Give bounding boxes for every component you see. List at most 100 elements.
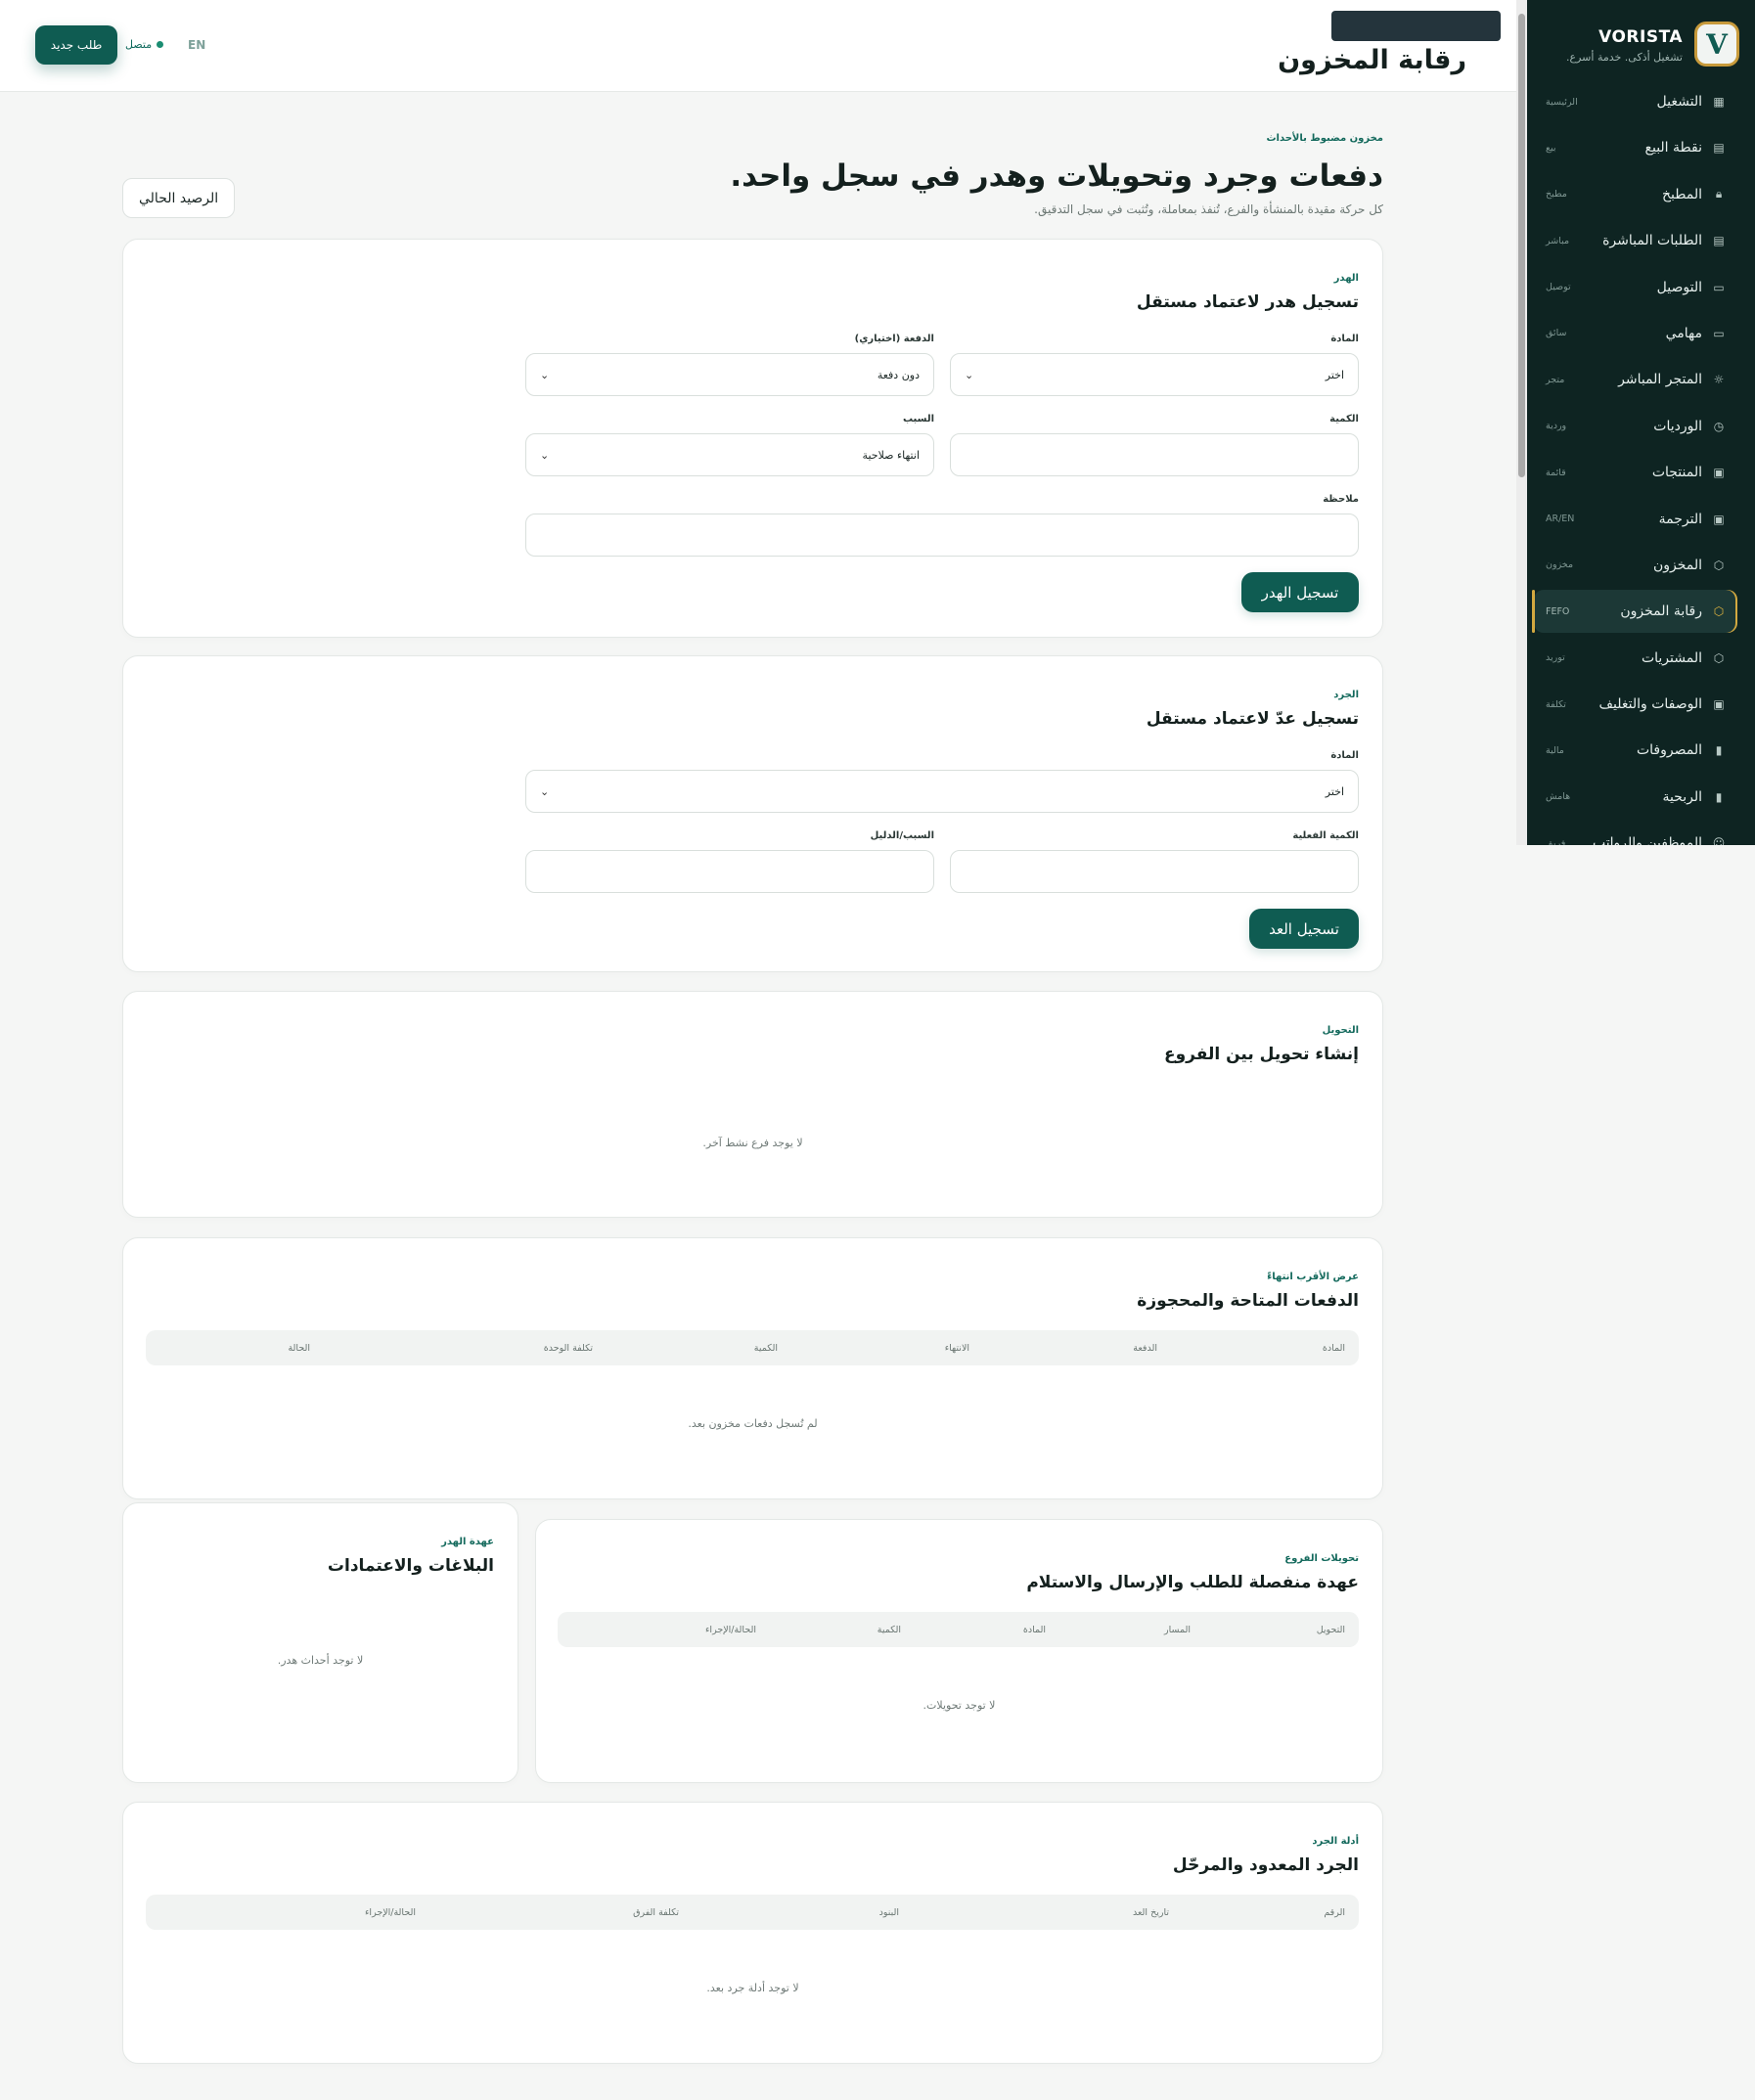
sidebar-item-7[interactable]: ◷ الورديات وردية [1534, 405, 1737, 448]
sidebar-item-tag: الرئيسية [1546, 96, 1578, 108]
branch-transfers-eyebrow: تحويلات الفروع [1284, 1553, 1359, 1564]
batches-card: عرض الأقرب انتهاءً الدفعات المتاحة والمح… [122, 1237, 1383, 1499]
sidebar-item-15[interactable]: ▮ الربحية هامش [1534, 776, 1737, 819]
sidebar-item-tag: AR/EN [1546, 514, 1575, 525]
col-batch: الدفعة [1133, 1342, 1157, 1354]
sidebar-item-label: الورديات [1653, 418, 1702, 434]
col-route: المسار [1164, 1624, 1191, 1635]
sidebar-item-tag: وردية [1546, 421, 1567, 432]
sidebar-item-2[interactable]: 🔒︎ المطبخ مطبخ [1534, 173, 1737, 216]
col-status-action: الحالة/الإجراء [364, 1906, 416, 1918]
count-actual-input[interactable] [950, 850, 1359, 893]
sidebar-item-label: رقابة المخزون [1620, 603, 1702, 620]
transfer-card: التحويل إنشاء تحويل بين الفروع لا يوجد ف… [122, 991, 1383, 1218]
chevron-down-icon: ⌄ [540, 448, 550, 462]
sidebar-item-11[interactable]: ⬡ رقابة المخزون FEFO [1532, 590, 1737, 634]
branch-transfers-table-header: التحويل المسار المادة الكمية الحالة/الإج… [558, 1612, 1359, 1647]
record-waste-button[interactable]: تسجيل الهدر [1241, 572, 1359, 612]
col-unit-cost: تكلفة الوحدة [543, 1342, 593, 1354]
sidebar-item-label: الوصفات والتغليف [1598, 696, 1703, 713]
sidebar-item-tag: متجر [1546, 374, 1565, 385]
status-dot-icon [157, 41, 164, 48]
waste-custody-title: البلاغات والاعتمادات [327, 1556, 494, 1576]
count-evidence-eyebrow: أدلة الجرد [1312, 1836, 1359, 1847]
sidebar-scrollbar[interactable] [1516, 0, 1527, 845]
sidebar-item-label: المصروفات [1636, 742, 1702, 759]
sidebar-item-main: ▤ نقطة البيع [1645, 140, 1726, 156]
waste-reason-select[interactable]: انتهاء صلاحية ⌄ [525, 433, 934, 476]
sidebar-item-9[interactable]: ▣ الترجمة AR/EN [1534, 498, 1737, 541]
sidebar-item-main: ⬡ المشتريات [1642, 650, 1726, 666]
waste-batch-select[interactable]: دون دفعة ⌄ [525, 353, 934, 396]
count-reason-input[interactable] [525, 850, 934, 893]
sidebar-item-label: المخزون [1652, 557, 1702, 573]
current-balance-button[interactable]: الرصيد الحالي [122, 178, 236, 218]
sidebar-item-tag: مباشر [1546, 235, 1570, 246]
sidebar-item-tag: توريد [1546, 652, 1565, 664]
sidebar-item-6[interactable]: ☼ المتجر المباشر متجر [1534, 358, 1737, 401]
branch-transfers-title: عهدة منفصلة للطلب والإرسال والاستلام [1026, 1573, 1359, 1592]
record-count-button[interactable]: تسجيل العد [1249, 909, 1359, 949]
sidebar-item-label: الطلبات المباشرة [1602, 233, 1702, 249]
count-title: تسجيل عدّ لاعتماد مستقل [1146, 709, 1359, 729]
sidebar-item-main: ▭ التوصيل [1657, 280, 1726, 295]
col-variance-cost: تكلفة الفرق [633, 1906, 679, 1918]
sidebar-item-12[interactable]: ⬡ المشتريات توريد [1534, 637, 1737, 680]
sidebar-item-0[interactable]: ▦ التشغيل الرئيسية [1534, 80, 1737, 123]
count-evidence-empty-state: لا توجد أدلة جرد بعد. [706, 1982, 799, 1994]
sidebar-item-10[interactable]: ⬡ المخزون مخزون [1534, 544, 1737, 587]
waste-material-select[interactable]: اختر ⌄ [950, 353, 1359, 396]
sidebar-item-tag: هامش [1546, 791, 1571, 803]
waste-note-input[interactable] [525, 514, 1359, 557]
sidebar-item-main: ▭ مهامي [1666, 326, 1726, 341]
batches-eyebrow: عرض الأقرب انتهاءً [1267, 1272, 1359, 1282]
brand[interactable]: V VORISTA تشغيل أذكى. خدمة أسرع. [1532, 22, 1739, 70]
waste-qty-input[interactable] [950, 433, 1359, 476]
col-quantity: الكمية [877, 1624, 901, 1635]
sidebar-item-tag: FEFO [1546, 605, 1570, 617]
sidebar-item-16[interactable]: ☺ الموظفين والرواتب فريق [1534, 822, 1737, 845]
sidebar-nav: ▦ التشغيل الرئيسية ▤ نقطة البيع بيع 🔒︎ المطبخ مط… [1532, 80, 1737, 845]
sidebar-item-main: ▣ الترجمة [1659, 512, 1726, 527]
sidebar-item-14[interactable]: ▮ المصروفات مالية [1534, 729, 1737, 772]
col-material: المادة [1322, 1342, 1345, 1354]
count-material-select[interactable]: اختر ⌄ [525, 770, 1359, 813]
sidebar-item-label: التوصيل [1656, 279, 1702, 295]
col-transfer: التحويل [1316, 1624, 1345, 1635]
waste-title: تسجيل هدر لاعتماد مستقل [1136, 292, 1359, 312]
sidebar-item-3[interactable]: ▤ الطلبات المباشرة مباشر [1534, 219, 1737, 262]
brand-tagline: تشغيل أذكى. خدمة أسرع. [1566, 51, 1683, 64]
col-items: البنود [878, 1906, 899, 1918]
hero-eyebrow: مخزون مضبوط بالأحداث [1266, 133, 1383, 144]
sidebar-item-8[interactable]: ▣ المنتجات قائمة [1534, 451, 1737, 494]
box-icon: ▣ [1713, 697, 1725, 712]
sidebar-item-tag: بيع [1546, 142, 1556, 154]
sidebar-item-tag: قائمة [1546, 467, 1566, 478]
sidebar-item-4[interactable]: ▭ التوصيل توصيل [1534, 266, 1737, 309]
hero-subtitle: كل حركة مقيدة بالمنشأة والفرع، تُنفذ بمع… [1034, 202, 1383, 216]
waste-eyebrow: الهدر [1333, 273, 1359, 284]
count-evidence-title: الجرد المعدود والمرحّل [1172, 1855, 1359, 1875]
chevron-down-icon: ⌄ [540, 368, 550, 381]
waste-card: الهدر تسجيل هدر لاعتماد مستقل المادة اخت… [122, 239, 1383, 638]
col-count-date: تاريخ العد [1132, 1906, 1169, 1918]
batches-empty-state: لم تُسجل دفعات مخزون بعد. [688, 1417, 818, 1430]
sidebar-item-13[interactable]: ▣ الوصفات والتغليف تكلفة [1534, 683, 1737, 726]
register-icon: ▤ [1713, 141, 1725, 156]
sidebar-item-5[interactable]: ▭ مهامي سائق [1534, 312, 1737, 355]
sidebar-item-main: ▮ الربحية [1662, 789, 1726, 805]
sidebar-item-1[interactable]: ▤ نقطة البيع بيع [1534, 126, 1737, 169]
col-status-action: الحالة/الإجراء [704, 1624, 756, 1635]
sidebar-item-tag: توصيل [1546, 282, 1571, 293]
search-box[interactable] [1331, 11, 1501, 41]
language-toggle[interactable]: EN [188, 38, 205, 52]
waste-batch-label: الدفعة (اختياري) [854, 334, 934, 344]
sidebar-item-label: الربحية [1662, 788, 1702, 805]
count-eyebrow: الجرد [1333, 690, 1359, 700]
sidebar-item-label: المنتجات [1651, 465, 1702, 481]
branch-transfers-card: تحويلات الفروع عهدة منفصلة للطلب والإرسا… [535, 1519, 1383, 1783]
sidebar-item-tag: فريق [1546, 837, 1566, 845]
new-order-button[interactable]: طلب جديد [35, 25, 117, 65]
count-actual-label: الكمية الفعلية [1292, 830, 1359, 841]
scrollbar-thumb[interactable] [1518, 14, 1525, 477]
